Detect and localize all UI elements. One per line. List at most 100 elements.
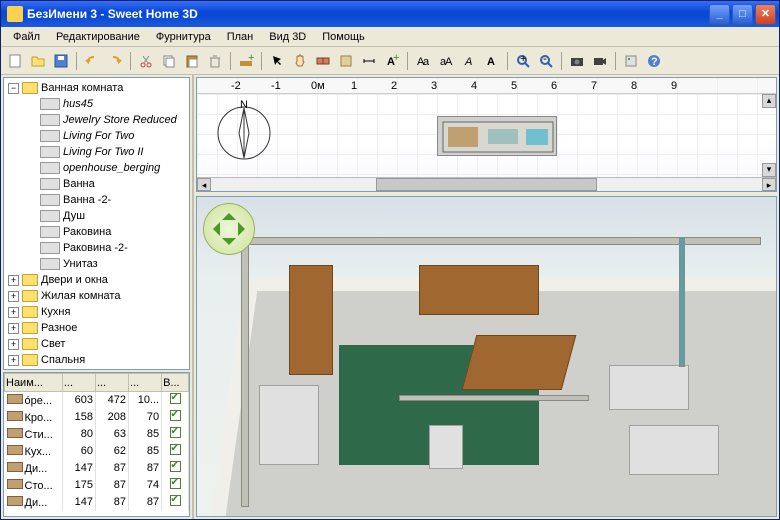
tree-label[interactable]: openhouse_berging bbox=[63, 162, 160, 174]
table-row[interactable]: Сто...1758774 bbox=[5, 477, 189, 494]
tree-category[interactable]: +Кухня bbox=[6, 304, 187, 320]
tree-item[interactable]: Душ bbox=[6, 208, 187, 224]
nav-down-icon[interactable] bbox=[222, 238, 236, 252]
column-header[interactable]: ... bbox=[95, 374, 128, 392]
menu-furniture[interactable]: Фурнитура bbox=[148, 29, 219, 45]
menu-edit[interactable]: Редактирование bbox=[48, 29, 148, 45]
minimize-button[interactable]: _ bbox=[709, 4, 730, 25]
checkbox-icon[interactable] bbox=[170, 478, 181, 489]
expand-icon[interactable]: + bbox=[8, 275, 19, 286]
delete-icon[interactable] bbox=[205, 51, 225, 71]
visible-cell[interactable] bbox=[162, 392, 189, 409]
pan-hand-icon[interactable] bbox=[290, 51, 310, 71]
textstyle2-icon[interactable]: aA bbox=[436, 51, 456, 71]
tree-label[interactable]: Раковина -2- bbox=[63, 242, 128, 254]
name-cell[interactable]: Сти... bbox=[5, 426, 63, 443]
column-header[interactable]: В... bbox=[162, 374, 189, 392]
nav-right-icon[interactable] bbox=[238, 222, 252, 236]
scroll-up-icon[interactable]: ▴ bbox=[762, 94, 776, 108]
tree-category[interactable]: + Свет bbox=[6, 336, 187, 352]
cut-icon[interactable] bbox=[136, 51, 156, 71]
tree-label[interactable]: Раковина bbox=[63, 226, 111, 238]
column-header[interactable]: ... bbox=[129, 374, 162, 392]
checkbox-icon[interactable] bbox=[170, 495, 181, 506]
tree-category[interactable]: + Двери и окна bbox=[6, 272, 187, 288]
checkbox-icon[interactable] bbox=[170, 427, 181, 438]
tree-label[interactable]: Спальня bbox=[41, 354, 85, 366]
visible-cell[interactable] bbox=[162, 426, 189, 443]
help-icon[interactable]: ? bbox=[644, 51, 664, 71]
paste-icon[interactable] bbox=[182, 51, 202, 71]
compass-icon[interactable]: N bbox=[213, 100, 275, 162]
scroll-thumb[interactable] bbox=[376, 178, 596, 191]
name-cell[interactable]: Сто... bbox=[5, 477, 63, 494]
table-row[interactable]: Сти...806385 bbox=[5, 426, 189, 443]
name-cell[interactable]: Ди... bbox=[5, 494, 63, 511]
tree-item[interactable]: openhouse_berging bbox=[6, 160, 187, 176]
tree-label[interactable]: Jewelry Store Reduced bbox=[63, 114, 177, 126]
scroll-right-icon[interactable]: ▸ bbox=[762, 178, 776, 191]
tree-item[interactable]: Унитаз bbox=[6, 256, 187, 272]
expand-icon[interactable]: + bbox=[8, 355, 19, 366]
furniture-list-table[interactable]: Наим............В... о́ре...60347210...К… bbox=[3, 372, 190, 517]
tree-label[interactable]: Living For Two II bbox=[63, 146, 144, 158]
textstyle1-icon[interactable]: Aa bbox=[413, 51, 433, 71]
name-cell[interactable]: Кро... bbox=[5, 409, 63, 426]
dimension-tool-icon[interactable] bbox=[359, 51, 379, 71]
tree-label[interactable]: hus45 bbox=[63, 98, 93, 110]
tree-item[interactable]: hus45 bbox=[6, 96, 187, 112]
tree-item[interactable]: Ванна -2- bbox=[6, 192, 187, 208]
tree-item[interactable]: Jewelry Store Reduced bbox=[6, 112, 187, 128]
tree-label[interactable]: Ванна -2- bbox=[63, 194, 111, 206]
name-cell[interactable]: о́ре... bbox=[5, 392, 63, 409]
plan-canvas[interactable]: N bbox=[197, 94, 776, 177]
table-row[interactable]: Ди...1478787 bbox=[5, 460, 189, 477]
tree-label[interactable]: Двери и окна bbox=[41, 274, 108, 286]
checkbox-icon[interactable] bbox=[170, 461, 181, 472]
tree-label[interactable]: Свет bbox=[41, 338, 65, 350]
column-header[interactable]: ... bbox=[62, 374, 95, 392]
plan-2d-view[interactable]: -2-10м123456789 N ▴ ▾ ◂ bbox=[196, 77, 777, 192]
tree-label[interactable]: Living For Two bbox=[63, 130, 134, 142]
add-furniture-icon[interactable]: + bbox=[236, 51, 256, 71]
zoom-in-icon[interactable]: + bbox=[513, 51, 533, 71]
visible-cell[interactable] bbox=[162, 477, 189, 494]
scroll-track[interactable] bbox=[211, 178, 762, 191]
undo-icon[interactable] bbox=[82, 51, 102, 71]
visible-cell[interactable] bbox=[162, 494, 189, 511]
floorplan-thumbnail[interactable] bbox=[437, 116, 557, 156]
3d-nav-widget[interactable] bbox=[203, 203, 255, 255]
menu-3dview[interactable]: Вид 3D bbox=[261, 29, 314, 45]
menu-plan[interactable]: План bbox=[219, 29, 262, 45]
open-file-icon[interactable] bbox=[28, 51, 48, 71]
tree-item[interactable]: Living For Two bbox=[6, 128, 187, 144]
tree-label[interactable]: Унитаз bbox=[63, 258, 98, 270]
title-bar[interactable]: БезИмени 3 - Sweet Home 3D _ □ ✕ bbox=[1, 1, 779, 27]
close-button[interactable]: ✕ bbox=[755, 4, 776, 25]
collapse-icon[interactable]: − bbox=[8, 83, 19, 94]
tree-item[interactable]: Раковина -2- bbox=[6, 240, 187, 256]
view-3d[interactable] bbox=[196, 196, 777, 517]
camera-icon[interactable] bbox=[567, 51, 587, 71]
scroll-left-icon[interactable]: ◂ bbox=[197, 178, 211, 191]
tree-item[interactable]: Раковина bbox=[6, 224, 187, 240]
tree-category[interactable]: +Разное bbox=[6, 320, 187, 336]
scroll-down-icon[interactable]: ▾ bbox=[762, 163, 776, 177]
redo-icon[interactable] bbox=[105, 51, 125, 71]
tree-category[interactable]: +Жилая комната bbox=[6, 288, 187, 304]
bold-icon[interactable]: A bbox=[482, 51, 502, 71]
tree-item[interactable]: Ванна bbox=[6, 176, 187, 192]
room-tool-icon[interactable] bbox=[336, 51, 356, 71]
text-tool-icon[interactable]: A+ bbox=[382, 51, 402, 71]
video-icon[interactable] bbox=[590, 51, 610, 71]
tree-root-bathroom[interactable]: − Ванная комната bbox=[6, 80, 187, 96]
checkbox-icon[interactable] bbox=[170, 393, 181, 404]
save-file-icon[interactable] bbox=[51, 51, 71, 71]
expand-icon[interactable]: + bbox=[8, 307, 19, 318]
wall-tool-icon[interactable] bbox=[313, 51, 333, 71]
expand-icon[interactable]: + bbox=[8, 339, 19, 350]
expand-icon[interactable]: + bbox=[8, 323, 19, 334]
nav-up-icon[interactable] bbox=[222, 206, 236, 220]
tree-category[interactable]: + Спальня bbox=[6, 352, 187, 368]
table-row[interactable]: Кух...606285 bbox=[5, 443, 189, 460]
